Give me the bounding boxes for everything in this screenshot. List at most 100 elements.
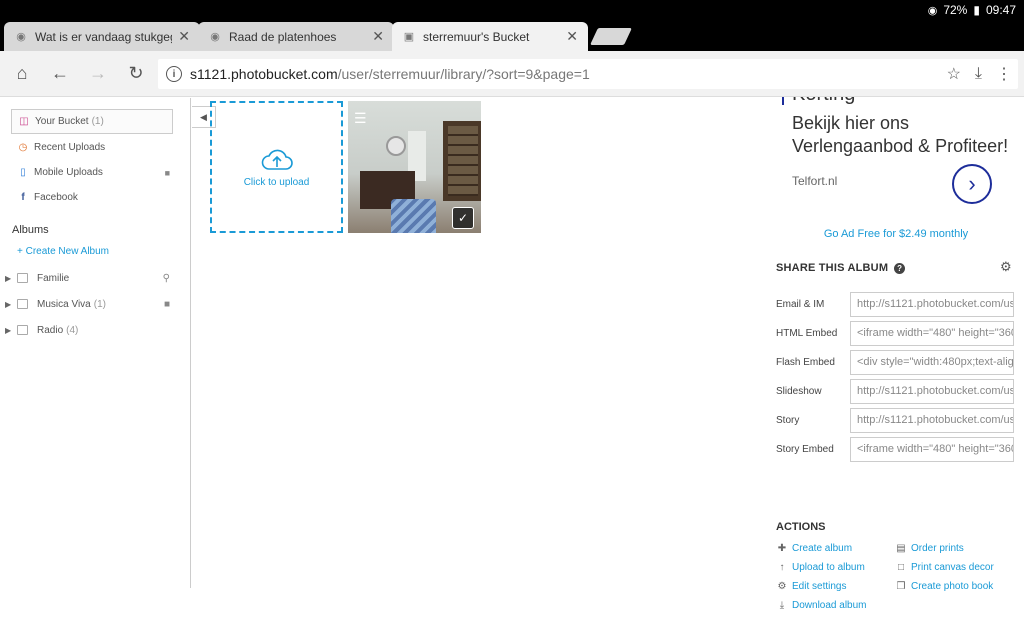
sidebar-item-facebook[interactable]: f Facebook <box>0 185 190 210</box>
tab-strip: ◉ Wat is er vandaag stukgegaan ✕ ◉ Raad … <box>0 20 1024 51</box>
plus-icon: ✚ <box>777 543 787 554</box>
ad-brand: Telfort.nl <box>792 174 838 188</box>
share-label: Flash Embed <box>776 356 835 368</box>
action-label: Order prints <box>911 543 964 554</box>
photo-thumbnail[interactable]: ☰ ✓ <box>348 101 481 233</box>
help-icon[interactable]: ? <box>894 262 906 274</box>
chevron-right-icon[interactable]: › <box>952 164 992 204</box>
edit-settings-action[interactable]: ⚙ Edit settings <box>776 581 847 592</box>
create-album-action[interactable]: ✚ Create album <box>776 543 852 554</box>
menu-icon[interactable]: ⋮ <box>996 64 1012 84</box>
back-icon[interactable]: ← <box>41 55 79 93</box>
close-icon[interactable]: ✕ <box>372 28 384 45</box>
tab-sterremuur-bucket[interactable]: ▣ sterremuur's Bucket ✕ <box>392 22 588 51</box>
sidebar-item-recent-uploads[interactable]: ◷ Recent Uploads <box>0 135 190 160</box>
forward-icon[interactable]: → <box>79 55 117 93</box>
album-musica-viva[interactable]: ▶ Musica Viva (1) ■ <box>0 291 190 317</box>
close-icon[interactable]: ✕ <box>178 28 190 45</box>
status-bar: ◉ 72% ▮ 09:47 <box>0 0 1024 20</box>
album-count: (1) <box>93 298 106 310</box>
sidebar-item-label: Your Bucket <box>35 116 89 127</box>
bucket-icon: ◫ <box>19 116 29 127</box>
upload-tile[interactable]: Click to upload <box>210 101 343 233</box>
download-icon: ⤓ <box>779 600 785 611</box>
share-row-html-embed: HTML Embed <iframe width="480" height="3… <box>776 320 1016 346</box>
album-count: (4) <box>66 324 79 336</box>
address-bar[interactable]: i s1121.photobucket.com/user/sterremuur/… <box>158 59 1018 89</box>
action-label: Create album <box>792 543 853 554</box>
browser-toolbar: ⌂ ← → ↻ i s1121.photobucket.com/user/ste… <box>0 51 1024 97</box>
home-icon[interactable]: ⌂ <box>3 55 41 93</box>
hamburger-menu-icon[interactable]: ☰ <box>354 111 367 125</box>
action-label: Download album <box>792 600 867 611</box>
advertisement[interactable]: Korting Bekijk hier ons Verlengaanbod & … <box>776 97 1024 217</box>
album-radio[interactable]: ▶ Radio (4) <box>0 317 190 343</box>
clock: 09:47 <box>985 3 1016 17</box>
reload-icon[interactable]: ↻ <box>117 55 155 93</box>
action-label: Create photo book <box>911 581 994 592</box>
photobucket-icon: ▣ <box>403 31 415 43</box>
share-label: Slideshow <box>776 385 822 397</box>
album-icon <box>17 299 28 309</box>
phone-icon: ▯ <box>20 167 26 178</box>
album-label: Musica Viva <box>37 298 91 310</box>
action-label: Upload to album <box>792 562 865 573</box>
share-story-field[interactable]: http://s1121.photobucket.com/user/sterre… <box>850 407 1014 433</box>
album-label: Radio <box>37 324 64 336</box>
tab-title: Raad de platenhoes <box>229 29 337 44</box>
action-label: Print canvas decor <box>911 562 994 573</box>
sidebar-item-mobile-uploads[interactable]: ▯ Mobile Uploads ■ <box>0 160 190 185</box>
download-album-action[interactable]: ⤓ Download album <box>776 600 867 611</box>
gear-icon[interactable]: ⚙ <box>1000 259 1012 275</box>
share-row-story-embed: Story Embed <iframe width="480" height="… <box>776 436 1016 462</box>
sidebar-item-label: Facebook <box>34 192 78 203</box>
star-icon[interactable]: ☆ <box>947 64 961 84</box>
share-slideshow-field[interactable]: http://s1121.photobucket.com/user/sterre… <box>850 378 1014 404</box>
expand-icon[interactable]: ▶ <box>5 300 17 309</box>
info-icon[interactable]: i <box>166 66 182 82</box>
ad-free-link[interactable]: Go Ad Free for $2.49 monthly <box>776 228 1016 240</box>
ad-line-1: Bekijk hier ons <box>792 113 910 133</box>
sidebar: ◫ Your Bucket (1) ◷ Recent Uploads ▯ Mob… <box>0 98 191 588</box>
lock-icon: ■ <box>164 167 170 178</box>
sidebar-item-your-bucket[interactable]: ◫ Your Bucket (1) <box>11 109 173 134</box>
create-photo-book-action[interactable]: ❒ Create photo book <box>895 581 994 592</box>
arrow-up-icon: ↑ <box>779 562 785 573</box>
actions-heading: ACTIONS <box>776 521 826 533</box>
create-album-link[interactable]: + Create New Album <box>0 242 190 261</box>
tab-raad-de-platenhoes[interactable]: ◉ Raad de platenhoes ✕ <box>198 22 394 51</box>
order-prints-action[interactable]: ▤ Order prints <box>895 543 964 554</box>
close-icon[interactable]: ✕ <box>566 28 578 45</box>
gear-icon: ⚙ <box>777 581 787 592</box>
wifi-icon: ◉ <box>927 4 938 17</box>
expand-icon[interactable]: ▶ <box>5 274 17 283</box>
print-canvas-decor-action[interactable]: □ Print canvas decor <box>895 562 994 573</box>
key-icon: ⚲ <box>162 272 170 284</box>
share-story-embed-field[interactable]: <iframe width="480" height="360" <box>850 436 1014 462</box>
expand-icon[interactable]: ▶ <box>5 326 17 335</box>
upload-to-album-action[interactable]: ↑ Upload to album <box>776 562 865 573</box>
tab-title: Wat is er vandaag stukgegaan <box>35 29 172 44</box>
facebook-icon: f <box>21 192 25 203</box>
sidebar-item-count: (1) <box>91 116 104 127</box>
share-label: Story Embed <box>776 443 834 455</box>
site-icon: ◉ <box>210 31 220 43</box>
action-label: Edit settings <box>792 581 847 592</box>
share-label: Story <box>776 414 800 426</box>
sidebar-item-label: Recent Uploads <box>34 142 106 153</box>
share-row-slideshow: Slideshow http://s1121.photobucket.com/u… <box>776 378 1016 404</box>
share-album-heading: SHARE THIS ALBUM ? <box>776 262 906 274</box>
clock-icon: ◷ <box>18 142 28 153</box>
site-icon: ◉ <box>16 31 26 43</box>
share-flash-embed-field[interactable]: <div style="width:480px;text-align:cente… <box>850 349 1014 375</box>
canvas-icon: □ <box>897 562 905 573</box>
share-email-field[interactable]: http://s1121.photobucket.com/user/sterre… <box>850 291 1014 317</box>
album-icon <box>17 273 28 283</box>
url-path: /user/sterremuur/library/?sort=9&page=1 <box>337 66 590 82</box>
tab-wat-is-er[interactable]: ◉ Wat is er vandaag stukgegaan ✕ <box>4 22 200 51</box>
album-label: Familie <box>37 272 70 284</box>
share-html-embed-field[interactable]: <iframe width="480" height="360" <box>850 320 1014 346</box>
download-icon[interactable]: ⤓ <box>975 65 982 83</box>
album-familie[interactable]: ▶ Familie ⚲ <box>0 265 190 291</box>
checkmark-icon[interactable]: ✓ <box>452 207 474 229</box>
